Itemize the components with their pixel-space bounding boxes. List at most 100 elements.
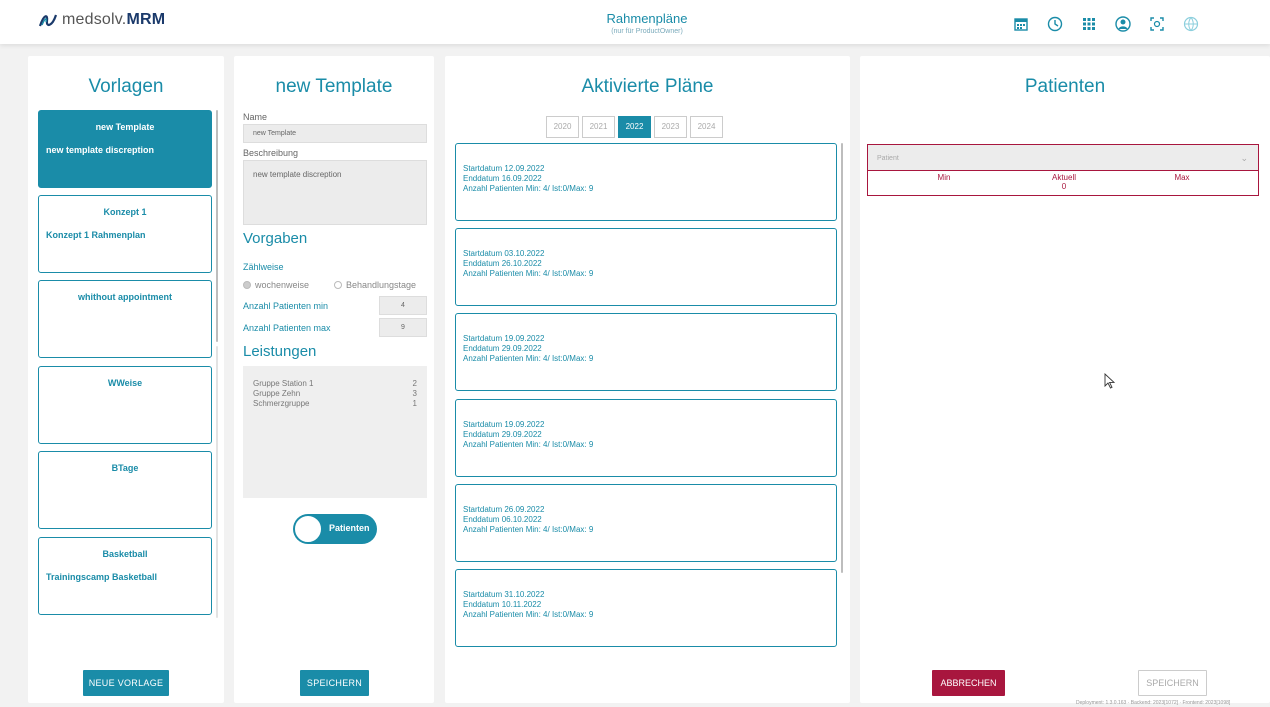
aktuell-value: 0 [1061, 182, 1067, 191]
version-footer: Deployment: 1.3.0.163 · Backend: 2023[10… [1076, 700, 1231, 706]
page-title: Rahmenpläne [606, 11, 688, 26]
chevron-down-icon: ⌄ [1240, 153, 1248, 163]
col-max: Max [1174, 173, 1190, 182]
plan-card[interactable]: Startdatum 19.09.2022 Enddatum 29.09.202… [455, 399, 837, 477]
page-subtitle: (nur für ProductOwner) [611, 28, 683, 35]
plan-start: Startdatum 26.09.2022 [463, 505, 545, 514]
service-count: 2 [412, 379, 417, 388]
patient-box: Patient ⌄ Min Aktuell 0 Max [867, 144, 1259, 196]
plan-end: Enddatum 29.09.2022 [463, 430, 542, 439]
plan-card[interactable]: Startdatum 26.09.2022 Enddatum 06.10.202… [455, 484, 837, 562]
app-logo[interactable]: medsolv.MRM [38, 11, 165, 29]
patienten-toggle[interactable]: Patienten [293, 514, 377, 544]
plan-end: Enddatum 26.10.2022 [463, 259, 542, 268]
plan-card[interactable]: Startdatum 12.09.2022 Enddatum 16.09.202… [455, 143, 837, 221]
min-patients-field[interactable]: 4 [379, 296, 427, 315]
vorlage-card[interactable]: Basketball Trainingscamp Basketball [38, 537, 212, 615]
name-field[interactable]: new Template [243, 124, 427, 143]
vorlagen-scrollbar[interactable] [216, 110, 218, 342]
plan-count: Anzahl Patienten Min: 4/ Ist:0/Max: 9 [463, 184, 594, 193]
tab-year-2022[interactable]: 2022 [618, 116, 651, 138]
list-item[interactable]: Gruppe Station 1 2 [253, 379, 417, 388]
plaene-title: Aktivierte Pläne [581, 76, 714, 97]
plaene-scrollbar[interactable] [841, 143, 843, 573]
plan-count: Anzahl Patienten Min: 4/ Ist:0/Max: 9 [463, 269, 594, 278]
toggle-label: Patienten [329, 523, 370, 533]
patient-select-placeholder: Patient [877, 155, 899, 162]
template-panel: new Template Name new Template Beschreib… [234, 56, 434, 703]
vorlage-card[interactable]: new Template new template discreption [38, 110, 212, 188]
vorgaben-heading: Vorgaben [243, 230, 308, 247]
globe-icon[interactable] [1174, 11, 1208, 37]
col-aktuell: Aktuell [1051, 173, 1076, 182]
new-template-button[interactable]: NEUE VORLAGE [83, 670, 169, 696]
vorlage-card[interactable]: WWeise [38, 366, 212, 444]
description-label: Beschreibung [243, 148, 299, 158]
plan-start: Startdatum 19.09.2022 [463, 420, 545, 429]
name-label: Name [243, 112, 268, 122]
plan-count: Anzahl Patienten Min: 4/ Ist:0/Max: 9 [463, 354, 594, 363]
leistungen-list: Gruppe Station 1 2 Gruppe Zehn 3 Schmerz… [243, 366, 427, 498]
save-patients-button[interactable]: SPEICHERN [1138, 670, 1207, 696]
vorlage-description: new template discreption [46, 145, 155, 155]
list-item[interactable]: Schmerzgruppe 1 [253, 399, 417, 408]
vorlage-title: BTage [111, 463, 139, 473]
vorlagen-title: Vorlagen [88, 76, 164, 97]
service-count: 3 [412, 389, 417, 398]
vorlage-card[interactable]: whithout appointment [38, 280, 212, 358]
clock-icon[interactable] [1038, 11, 1072, 37]
save-template-button[interactable]: SPEICHERN [300, 670, 369, 696]
zaehlweise-label: Zählweise [243, 262, 284, 272]
plan-start: Startdatum 03.10.2022 [463, 249, 545, 258]
vorlage-title: Konzept 1 [103, 207, 147, 217]
vorlage-card[interactable]: Konzept 1 Konzept 1 Rahmenplan [38, 195, 212, 273]
service-count: 1 [412, 399, 417, 408]
plan-start: Startdatum 19.09.2022 [463, 334, 545, 343]
max-patients-label: Anzahl Patienten max [243, 323, 331, 333]
service-name: Schmerzgruppe [253, 399, 310, 408]
list-item[interactable]: Gruppe Zehn 3 [253, 389, 417, 398]
min-patients-label: Anzahl Patienten min [243, 301, 329, 311]
vorlage-card[interactable]: BTage [38, 451, 212, 529]
vorlage-title: WWeise [107, 378, 143, 388]
app-header: medsolv.MRM Rahmenpläne (nur für Product… [0, 0, 1270, 44]
header-toolbar [1004, 11, 1208, 37]
plan-start: Startdatum 12.09.2022 [463, 164, 545, 173]
tab-year-2023[interactable]: 2023 [654, 116, 687, 138]
patient-select[interactable]: Patient ⌄ [868, 145, 1258, 171]
vorlagen-scroll-track [216, 346, 218, 618]
plan-end: Enddatum 16.09.2022 [463, 174, 542, 183]
tab-year-2021[interactable]: 2021 [582, 116, 615, 138]
template-title: new Template [275, 76, 393, 97]
plan-end: Enddatum 29.09.2022 [463, 344, 542, 353]
radio-selected-icon [243, 281, 251, 289]
plan-card[interactable]: Startdatum 03.10.2022 Enddatum 26.10.202… [455, 228, 837, 306]
grid-icon[interactable] [1072, 11, 1106, 37]
cancel-button[interactable]: ABBRECHEN [932, 670, 1005, 696]
year-tabs: 2020 2021 2022 2023 2024 [546, 116, 723, 138]
vorlage-title: whithout appointment [78, 292, 172, 302]
mouse-cursor-icon [1104, 373, 1116, 389]
radio-behandlungstage[interactable]: Behandlungstage [334, 280, 416, 290]
radio-behandlungstage-label: Behandlungstage [346, 280, 417, 290]
max-patients-field[interactable]: 9 [379, 318, 427, 337]
tab-year-2024[interactable]: 2024 [690, 116, 723, 138]
scan-icon[interactable] [1140, 11, 1174, 37]
service-name: Gruppe Zehn [253, 389, 301, 398]
plan-end: Enddatum 06.10.2022 [463, 515, 542, 524]
radio-unselected-icon [334, 281, 342, 289]
medsolv-logo-icon [38, 14, 58, 27]
tab-year-2020[interactable]: 2020 [546, 116, 579, 138]
description-field[interactable]: new template discreption [243, 160, 427, 225]
vorlage-title: new Template [95, 122, 155, 132]
plan-card[interactable]: Startdatum 19.09.2022 Enddatum 29.09.202… [455, 313, 837, 391]
vorlage-title: Basketball [102, 549, 148, 559]
radio-wochenweise-label: wochenweise [255, 280, 310, 290]
toggle-knob [294, 515, 322, 543]
plaene-panel: Aktivierte Pläne 2020 2021 2022 2023 202… [445, 56, 850, 703]
radio-wochenweise[interactable]: wochenweise [243, 280, 309, 290]
user-icon[interactable] [1106, 11, 1140, 37]
plan-card[interactable]: Startdatum 31.10.2022 Enddatum 10.11.202… [455, 569, 837, 647]
calendar-icon[interactable] [1004, 11, 1038, 37]
plan-end: Enddatum 10.11.2022 [463, 600, 542, 609]
